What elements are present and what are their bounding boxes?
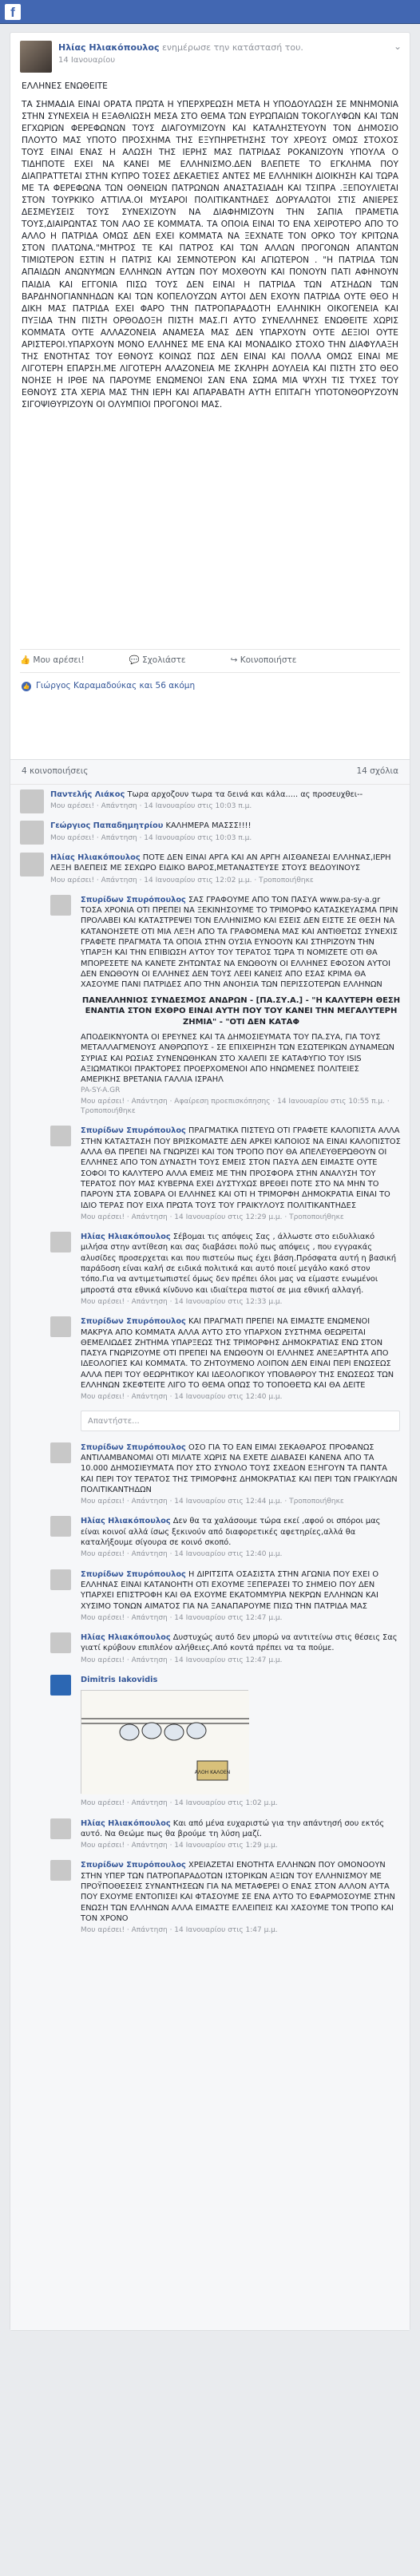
svg-text:ΑΛΟΗ ΚΑΛΟΕΝ: ΑΛΟΗ ΚΑΛΟΕΝ [195,1770,231,1775]
post-author[interactable]: Ηλίας Ηλιακόπουλος [58,42,159,53]
avatar[interactable] [20,821,44,845]
avatar[interactable] [50,1316,71,1338]
post-text: ΤΑ ΣΗΜΑΔΙΑ ΕΙΝΑΙ ΟΡΑΤΑ ΠΡΩΤΑ Η ΥΠΕΡΧΡΕΩΣ… [22,100,398,410]
link-preview-title[interactable]: ΠΑΝΕΛΛΗΝΙΟΣ ΣΥΝΔΕΣΜΟΣ ΑΝΔΡΩΝ - [ΠΑ.ΣΥ.Α.… [81,995,402,1028]
reply-comment: Σπυρίδων Σπυρόπουλος ΧΡΕΙΑΖΕΤΑΙ ΕΝΟΤΗΤΑ … [10,1855,410,1940]
avatar[interactable] [50,1818,71,1839]
reply-comment: Σπυρίδων Σπυρόπουλος ΠΡΑΓΜΑΤΙΚΑ ΠΙΣΤΕΥΩ … [10,1121,410,1227]
avatar[interactable] [50,1442,71,1463]
avatar[interactable] [50,1126,71,1147]
reply-comment: Dimitris Iakovidis ΑΛΟΗ ΚΑΛΟΕΝ Μου αρέσε… [10,1670,410,1814]
reactions-line[interactable]: 👍 Γιώργος Καραμαδούκας και 56 ακόμη [10,675,410,698]
comments-header: 4 κοινοποιήσεις 14 σχόλια [10,760,410,785]
reply-comment: Ηλίας Ηλιακόπουλος Και από μένα ευχαριστ… [10,1814,410,1856]
link-preview-domain[interactable]: PA-SY-A.GR [81,1086,402,1095]
avatar[interactable] [50,1860,71,1882]
reply-comment: Ηλίας Ηλιακόπουλος Σέβομαι τις απόψεις Σ… [10,1227,410,1312]
comment: Γεώργιος Παπαδημητρίου ΚΑΛΗΜΕΡΑ ΜΑΣΣΣ!!!… [10,816,410,848]
top-bar: f [0,0,420,24]
comment: Παντελής Λιάκος Τωρα αρχοζουν τωρα τα δε… [10,785,410,817]
comment: Ηλίας Ηλιακόπουλος ΠΟΤΕ ΔΕΝ ΕΙΝΑΙ ΑΡΓΑ Κ… [10,848,410,890]
reply-input[interactable]: Απαντήστε... [81,1410,400,1431]
post-author-line: Ηλίας Ηλιακόπουλος ενημέρωσε την κατάστα… [58,42,303,53]
comments-section: 4 κοινοποιήσεις 14 σχόλια Παντελής Λιάκο… [10,759,410,2330]
post-body: ΕΛΛΗΝΕΣ ΕΝΩΘΕΙΤΕ ΤΑ ΣΗΜΑΔΙΑ ΕΙΝΑΙ ΟΡΑΤΑ … [10,79,410,411]
like-button[interactable]: 👍 Μου αρέσει! [20,655,107,667]
avatar[interactable] [50,1674,71,1696]
chevron-down-icon[interactable]: ⌄ [394,41,402,53]
reply-comment: Σπυρίδων Σπυρόπουλος Η ΔΙΡΙΤΣΙΤΑ ΟΣΑΣΙΣΤ… [10,1565,410,1628]
avatar[interactable] [50,1232,71,1253]
reply-comment: Σπυρίδων Σπυρόπουλος ΟΣΟ ΓΙΑ ΤΟ ΕΑΝ ΕΙΜΑ… [10,1438,410,1512]
post-actions: 👍 Μου αρέσει! 💬 Σχολιάστε ↪ Κοινοποιήστε [20,649,400,673]
share-button[interactable]: ↪ Κοινοποιήστε [231,655,319,667]
reply-comment: Ηλίας Ηλιακόπουλος Δυστυχώς αυτό δεν μπο… [10,1628,410,1670]
cartoon-image[interactable]: ΑΛΟΗ ΚΑΛΟΕΝ [81,1690,249,1795]
avatar[interactable] [50,1569,71,1590]
avatar[interactable] [20,852,44,876]
reply-comment: Ηλίας Ηλιακόπουλος Δεν θα τα χαλάσουμε τ… [10,1511,410,1564]
comment-button[interactable]: 💬 Σχολιάστε [129,655,208,667]
birds-cartoon-icon: ΑΛΟΗ ΚΑΛΟΕΝ [81,1691,249,1795]
author-avatar[interactable] [20,41,52,73]
post-header: Ηλίας Ηλιακόπουλος ενημέρωσε την κατάστα… [10,33,410,79]
post-date[interactable]: 14 Ιανουαρίου [58,55,115,65]
avatar[interactable] [20,789,44,813]
avatar[interactable] [50,894,71,916]
like-icon: 👍 [22,681,31,691]
avatar[interactable] [50,1632,71,1654]
post-title: ΕΛΛΗΝΕΣ ΕΝΩΘΕΙΤΕ [22,81,108,91]
link-preview-text: ΑΠΟΔΕΙΚΝΥΟΝΤΑ ΟΙ ΕΡΕΥΝΕΣ ΚΑΙ ΤΑ ΔΗΜΟΣΙΕΥ… [81,1033,394,1085]
facebook-logo-icon[interactable]: f [5,4,21,20]
reply-comment: Σπυρίδων Σπυρόπουλος ΚΑΙ ΠΡΑΓΜΑΤΙ ΠΡΕΠΕΙ… [10,1312,410,1407]
reply-comment: Σπυρίδων Σπυρόπουλος ΣΑΣ ΓΡΑΦΟΥΜΕ ΑΠΟ ΤΟ… [10,890,410,1122]
post-card: Ηλίας Ηλιακόπουλος ενημέρωσε την κατάστα… [10,32,410,2331]
avatar[interactable] [50,1516,71,1537]
